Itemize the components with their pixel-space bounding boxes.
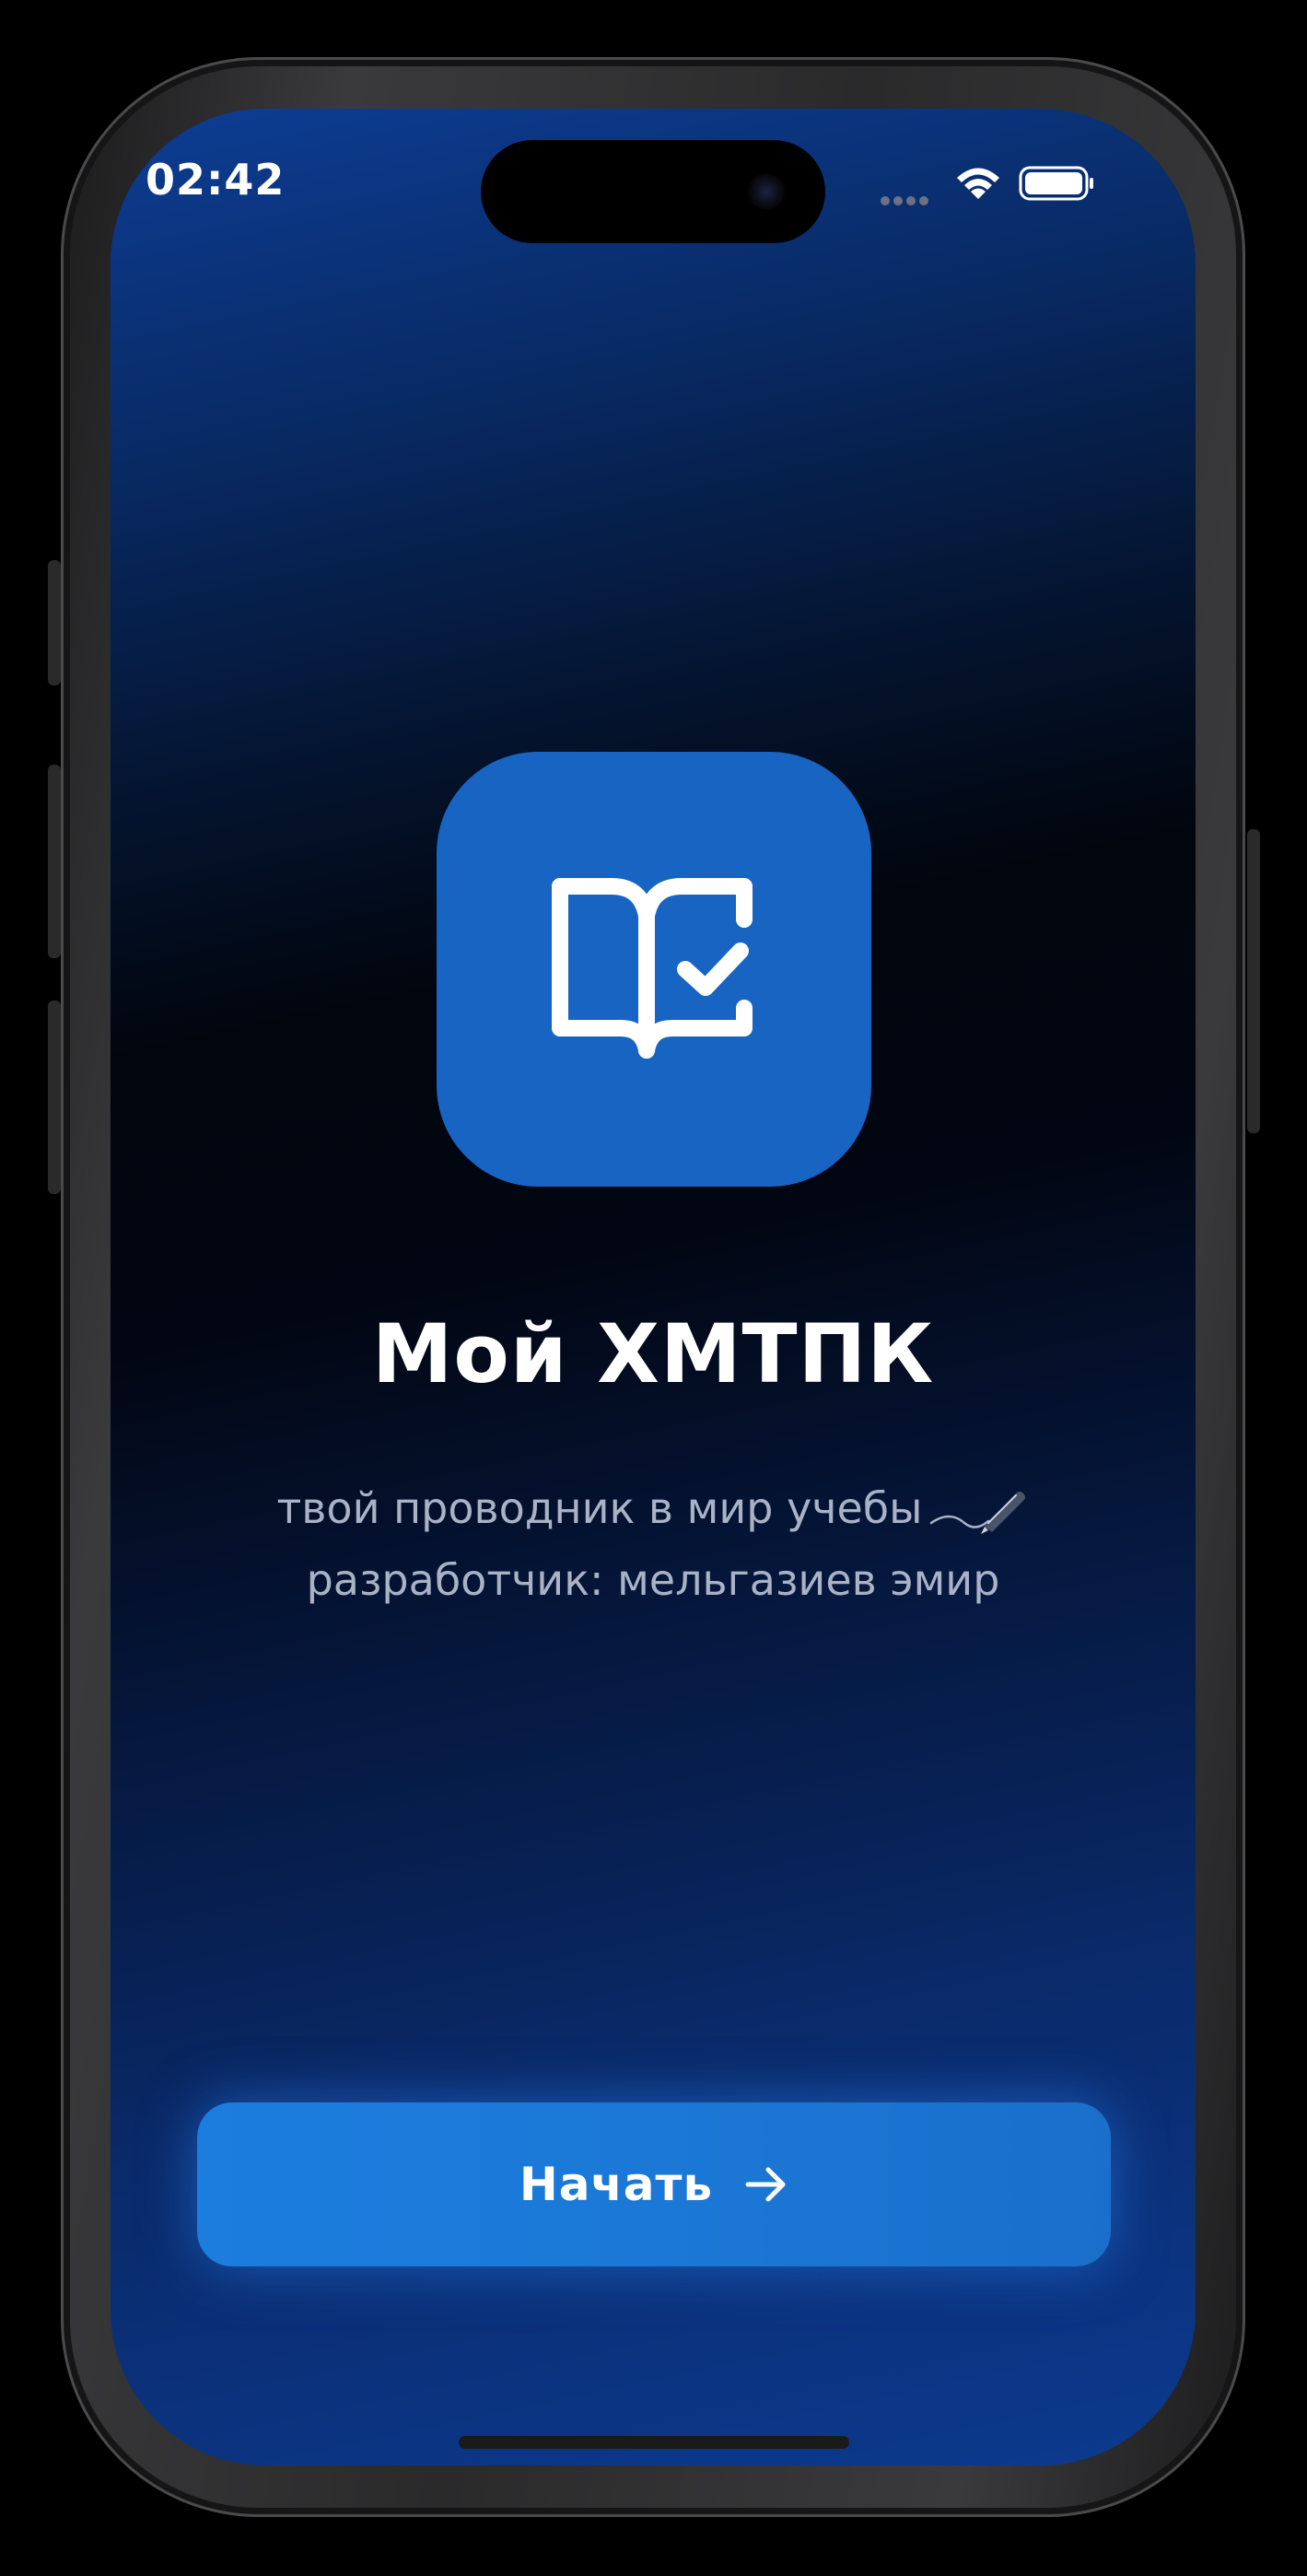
volume-up-button: [48, 765, 61, 958]
wifi-icon: [957, 168, 999, 199]
front-camera: [748, 173, 785, 210]
app-subtitle: твой проводник в мир учебы разработчик: …: [111, 1472, 1196, 1616]
power-button: [1247, 829, 1260, 1133]
pen-icon: [930, 1491, 1026, 1534]
app-title: Мой ХМТПК: [371, 1306, 935, 1401]
start-button-label: Начать: [519, 2158, 714, 2211]
app-logo: [437, 752, 871, 1187]
book-check-icon: [552, 878, 753, 1059]
volume-down-button: [48, 1001, 61, 1194]
dynamic-island: [481, 140, 825, 243]
action-button: [48, 560, 61, 685]
status-time: 02:42: [146, 155, 286, 205]
arrow-right-icon: [745, 2167, 786, 2202]
battery-icon: [1019, 166, 1093, 201]
subtitle-line-1: твой проводник в мир учебы: [111, 1472, 1196, 1544]
start-button[interactable]: Начать: [197, 2102, 1111, 2266]
subtitle-line-2: разработчик: мельгазиев эмир: [306, 1555, 1000, 1605]
home-indicator[interactable]: [459, 2436, 849, 2449]
subtitle-line-1-text: твой проводник в мир учебы: [276, 1483, 923, 1533]
signal-icon: [881, 192, 939, 205]
